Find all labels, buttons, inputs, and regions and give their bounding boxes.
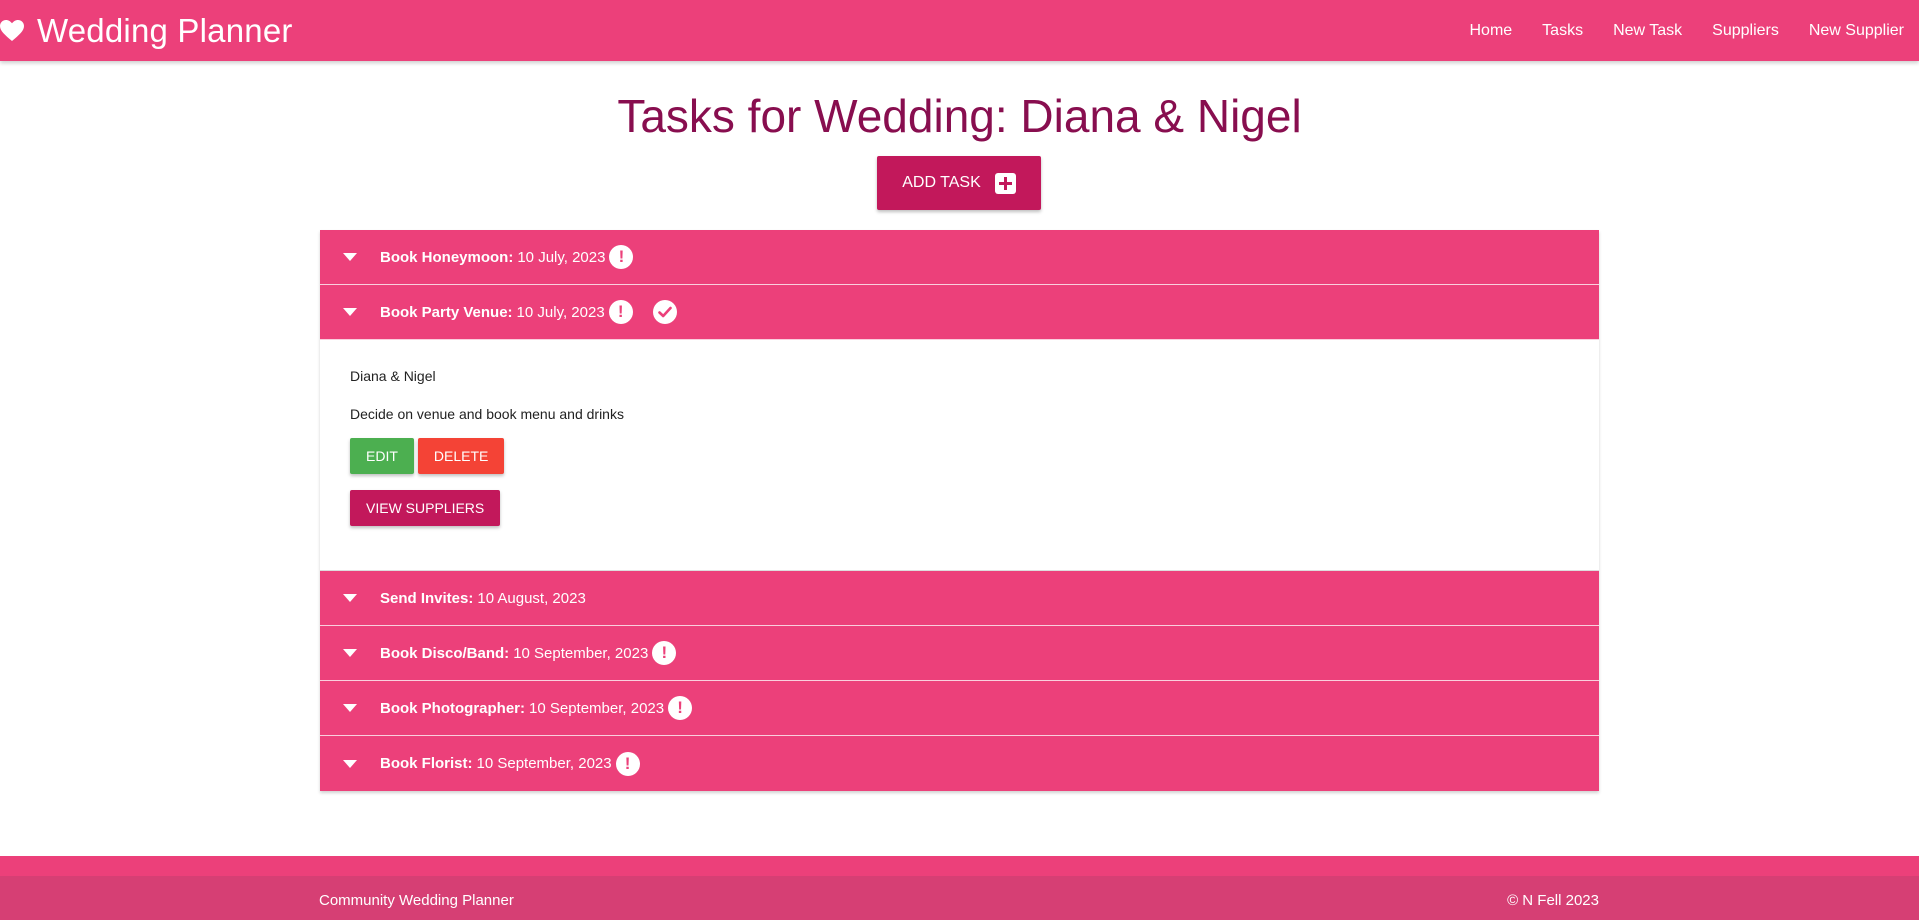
nav-link-suppliers[interactable]: Suppliers bbox=[1697, 0, 1794, 61]
exclamation-circle-icon: ! bbox=[608, 300, 633, 324]
task-header[interactable]: Book Party Venue: 10 July, 2023 ! bbox=[320, 285, 1599, 340]
task-couple: Diana & Nigel bbox=[350, 368, 436, 384]
plus-square-icon bbox=[994, 172, 1016, 194]
task-name: Book Florist: bbox=[380, 755, 473, 772]
task-name: Book Disco/Band: bbox=[380, 644, 510, 662]
exclamation-circle-icon: ! bbox=[615, 751, 640, 776]
footer-site-name: Community Wedding Planner bbox=[319, 892, 514, 909]
nav-link-new-supplier[interactable]: New Supplier bbox=[1794, 0, 1919, 61]
delete-button[interactable]: DELETE bbox=[417, 438, 505, 474]
footer: Community Wedding Planner © N Fell 2023 bbox=[0, 876, 1919, 920]
task-name: Book Honeymoon: bbox=[380, 248, 514, 266]
nav-link-home[interactable]: Home bbox=[1454, 0, 1527, 61]
caret-down-icon bbox=[343, 649, 357, 657]
caret-down-icon bbox=[343, 594, 357, 602]
task-header[interactable]: Send Invites: 10 August, 2023 bbox=[320, 571, 1599, 626]
nav-link-tasks[interactable]: Tasks bbox=[1527, 0, 1598, 61]
task-header[interactable]: Book Florist: 10 September, 2023 ! bbox=[320, 736, 1599, 791]
add-task-label: ADD TASK bbox=[902, 174, 981, 191]
navbar: Wedding Planner Home Tasks New Task Supp… bbox=[0, 0, 1919, 61]
caret-down-icon bbox=[343, 253, 357, 261]
nav-links: Home Tasks New Task Suppliers New Suppli… bbox=[1454, 0, 1919, 61]
caret-down-icon bbox=[343, 759, 357, 768]
task-date: 10 September, 2023 bbox=[529, 699, 665, 717]
footer-copyright: © N Fell 2023 bbox=[1507, 892, 1599, 909]
task-date: 10 July, 2023 bbox=[516, 303, 605, 321]
view-suppliers-button[interactable]: VIEW SUPPLIERS bbox=[350, 490, 501, 526]
task-name: Send Invites: bbox=[380, 589, 474, 607]
add-task-button[interactable]: ADD TASK bbox=[877, 156, 1041, 210]
task-date: 10 July, 2023 bbox=[517, 248, 606, 266]
exclamation-circle-icon: ! bbox=[652, 641, 677, 665]
task-list: Book Honeymoon: 10 July, 2023 ! Book Par… bbox=[320, 230, 1599, 791]
task-date: 10 August, 2023 bbox=[477, 589, 586, 607]
brand-title: Wedding Planner bbox=[37, 11, 293, 49]
task-header[interactable]: Book Honeymoon: 10 July, 2023 ! bbox=[320, 230, 1599, 285]
task-header[interactable]: Book Disco/Band: 10 September, 2023 ! bbox=[320, 626, 1599, 681]
task-date: 10 September, 2023 bbox=[513, 644, 649, 662]
task-body: Diana & Nigel Decide on venue and book m… bbox=[320, 340, 1599, 571]
exclamation-circle-icon: ! bbox=[668, 696, 693, 720]
task-date: 10 September, 2023 bbox=[476, 755, 612, 772]
task-description: Decide on venue and book menu and drinks bbox=[350, 406, 624, 422]
check-circle-icon bbox=[652, 300, 677, 324]
task-actions: EDIT DELETE bbox=[350, 438, 1569, 474]
nav-link-new-task[interactable]: New Task bbox=[1598, 0, 1697, 61]
exclamation-circle-icon: ! bbox=[609, 245, 634, 269]
task-header[interactable]: Book Photographer: 10 September, 2023 ! bbox=[320, 681, 1599, 736]
edit-button[interactable]: EDIT bbox=[350, 438, 414, 474]
caret-down-icon bbox=[343, 308, 357, 316]
task-name: Book Photographer: bbox=[380, 699, 525, 717]
task-name: Book Party Venue: bbox=[380, 303, 513, 321]
page-title: Tasks for Wedding: Diana & Nigel bbox=[617, 90, 1302, 142]
brand-logo[interactable]: Wedding Planner bbox=[0, 0, 293, 61]
footer-band bbox=[0, 856, 1919, 876]
caret-down-icon bbox=[343, 704, 357, 712]
heart-icon bbox=[0, 19, 24, 41]
